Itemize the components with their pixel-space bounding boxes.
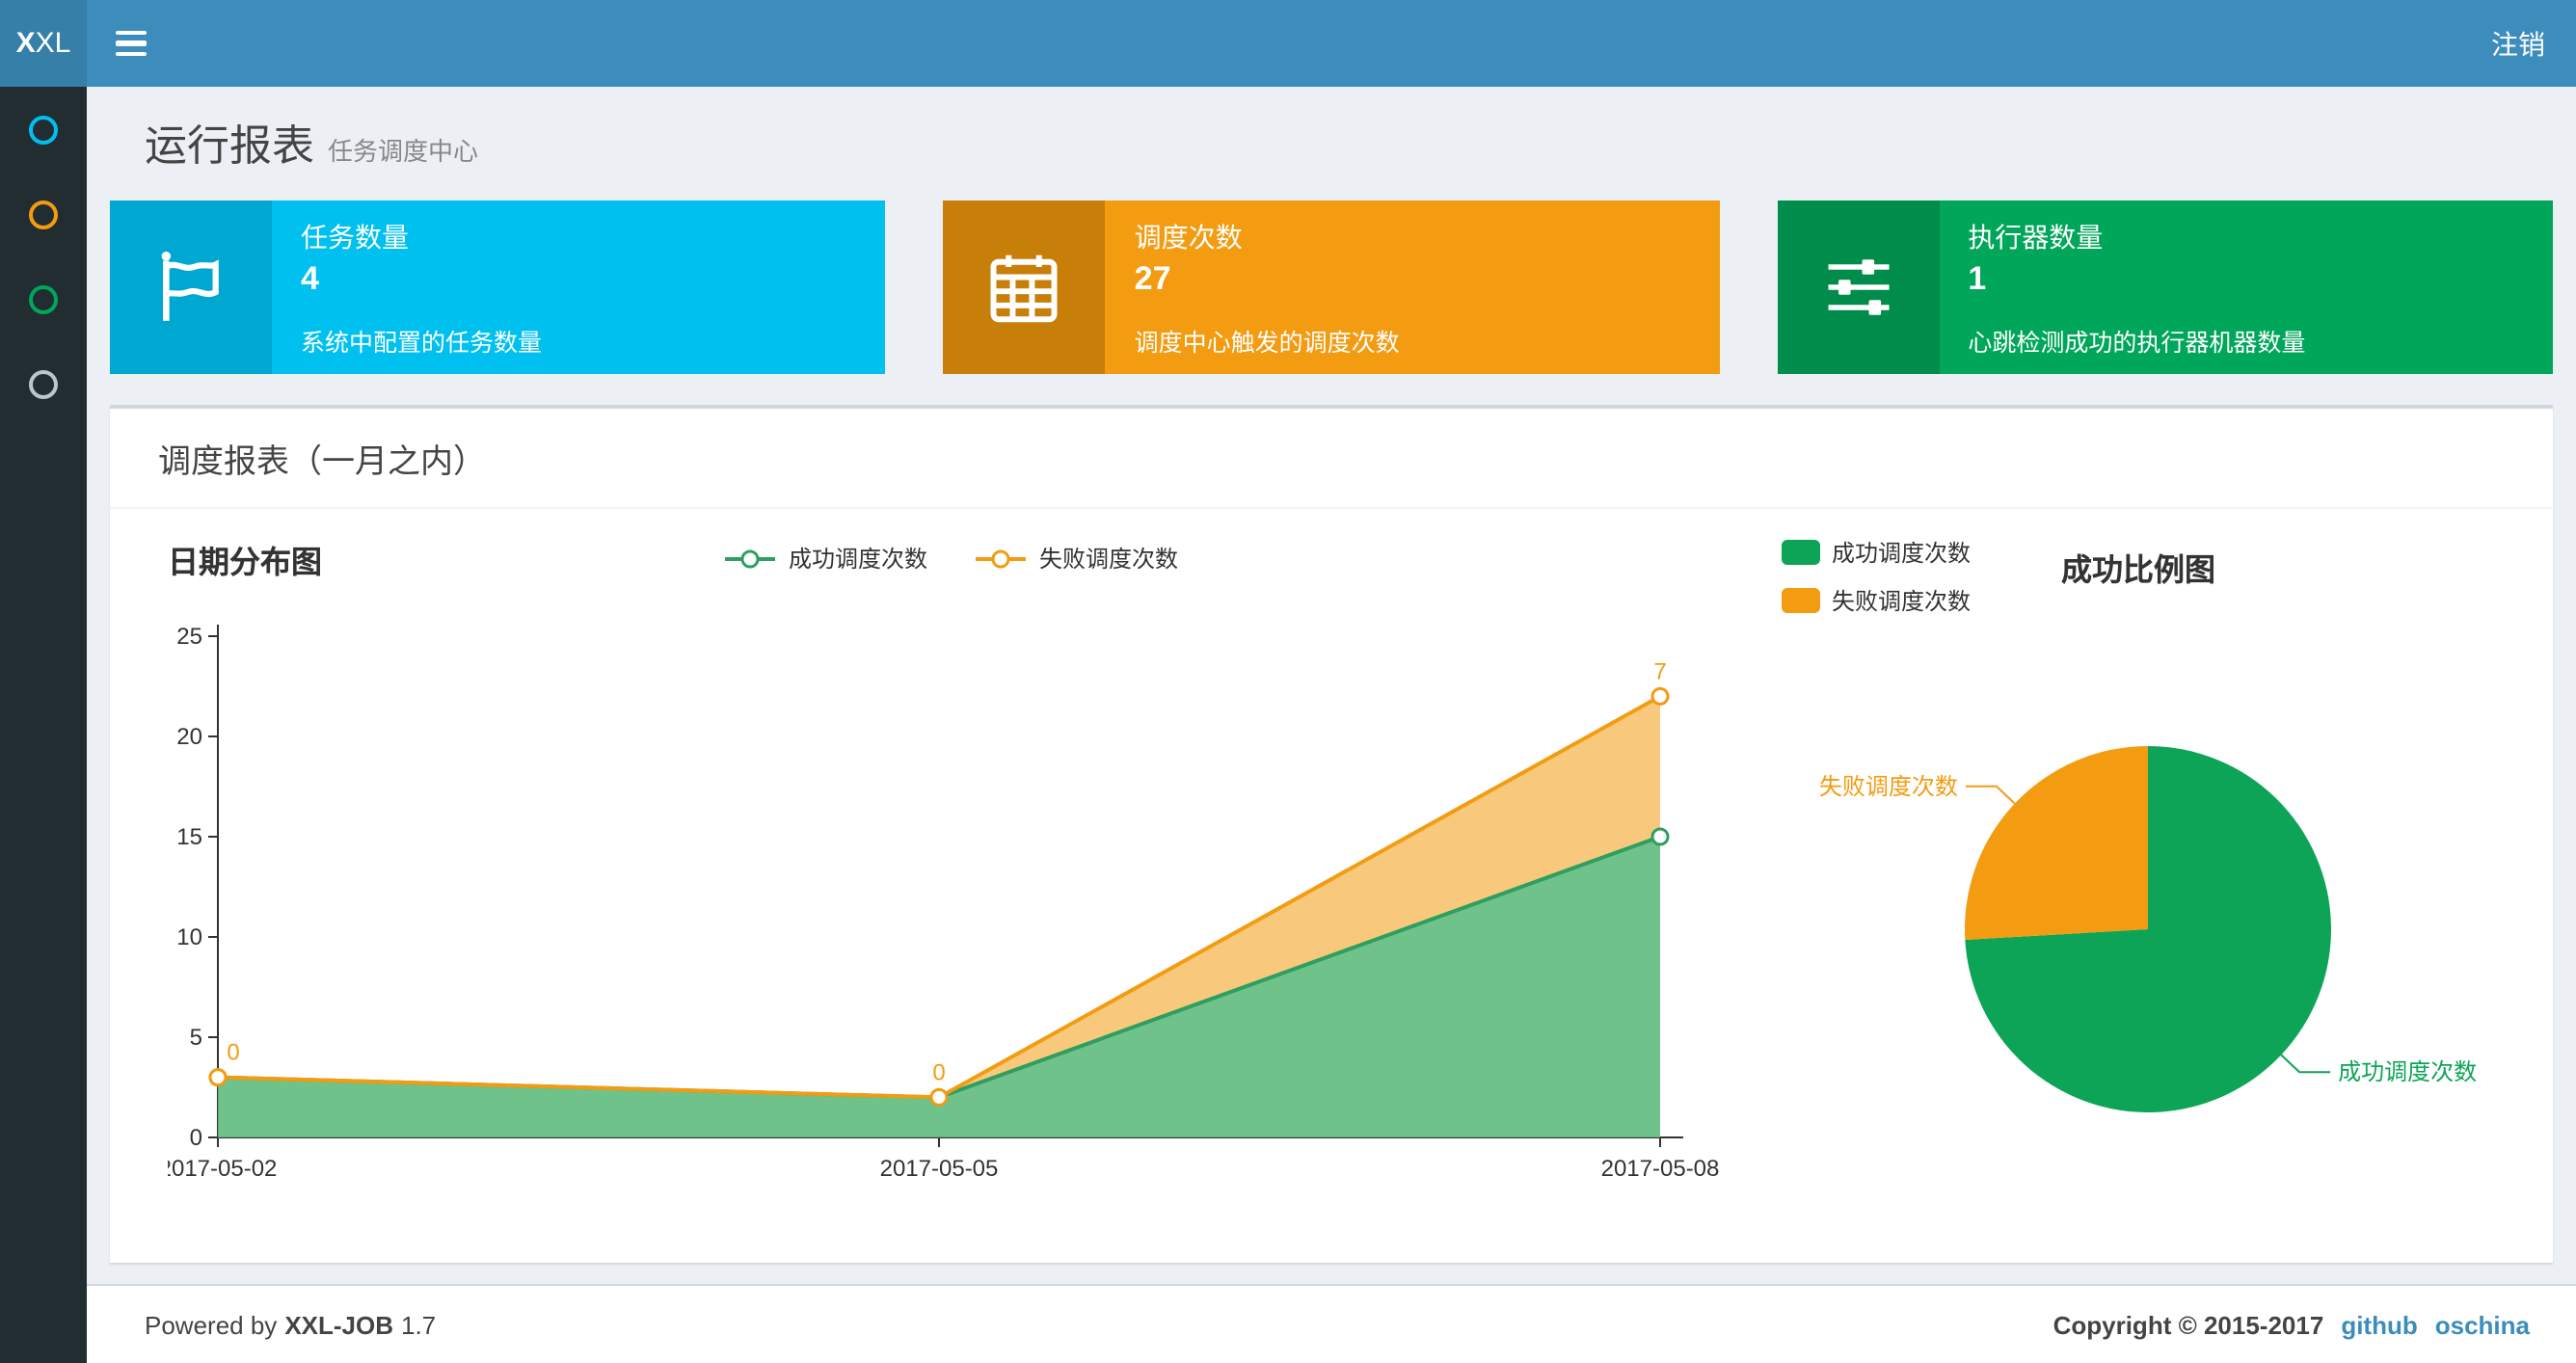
logout-link[interactable]: 注销 [2460,24,2576,63]
trigger-count-value: 27 [1134,260,1171,297]
executor-count-content: 执行器数量 1 心跳检测成功的执行器机器数量 [1939,200,2553,374]
pie-legend-item-success[interactable]: 成功调度次数 [1782,536,1971,569]
executor-count-label: 执行器数量 [1968,222,2104,253]
product-name: XXL-JOB [284,1310,393,1339]
trigger-count-box: 调度次数 27 调度中心触发的调度次数 [943,200,1720,374]
jobs-count-desc: 系统中配置的任务数量 [301,330,543,357]
product-version: 1.7 [401,1310,437,1339]
trigger-count-content: 调度次数 27 调度中心触发的调度次数 [1106,200,1720,374]
svg-text:20: 20 [176,724,202,750]
page-title: 运行报表 [145,121,315,170]
date-chart-title: 日期分布图 [168,548,323,580]
jobs-count-box: 任务数量 4 系统中配置的任务数量 [110,200,886,374]
trigger-count-label: 调度次数 [1134,222,1243,253]
pie-chart-legend: 成功调度次数 失败调度次数 [1782,536,1971,617]
date-distribution-chart: 日期分布图 成功调度次数 失败调度次数 0 5 10 15 20 25 2017… [159,532,1733,1228]
footer-right: Copyright © 2015-2017 github oschina [2053,1310,2530,1339]
sidebar-item-2[interactable] [0,172,87,256]
sidebar-toggle-button[interactable] [87,0,174,87]
executor-count-box: 执行器数量 1 心跳检测成功的执行器机器数量 [1777,200,2553,374]
line-series-marker-icon [976,548,1026,568]
xxl-job-dashboard: X XL 注销 运行报表 任务调度中心 任务数量 4 系统中配置的任务数量 调度… [0,0,2576,1363]
powered-by-text: Powered by [145,1310,278,1339]
jobs-count-content: 任务数量 4 系统中配置的任务数量 [272,200,886,374]
report-panel-body: 日期分布图 成功调度次数 失败调度次数 0 5 10 15 20 25 2017… [110,509,2553,1263]
executor-count-value: 1 [1968,260,1987,297]
main-area: 运行报表 任务调度中心 任务数量 4 系统中配置的任务数量 调度次数 27 调度… [87,87,2576,1363]
legend-label-fail: 失败调度次数 [1039,546,1179,573]
hamburger-icon [115,30,146,57]
legend-item-fail[interactable]: 失败调度次数 [974,542,1178,575]
sliders-icon [1827,259,1889,315]
executor-count-desc: 心跳检测成功的执行器机器数量 [1968,330,2306,357]
stacked-area-plot: 05101520252017-05-02 2017-05-05 2017-05-08… [159,624,1720,1182]
pie-chart-title: 成功比例图 [2061,555,2216,588]
calendar-icon [991,254,1059,323]
summary-boxes: 任务数量 4 系统中配置的任务数量 调度次数 27 调度中心触发的调度次数 执行… [110,200,2553,374]
sidebar-item-4[interactable] [0,341,87,426]
app-logo[interactable]: X XL [0,0,87,87]
logo-text: XL [35,27,71,60]
trigger-count-icon-area [943,200,1106,374]
oschina-link[interactable]: oschina [2435,1310,2530,1339]
executor-count-icon-area [1777,200,1940,374]
success-ratio-chart: 成功调度次数 失败调度次数 成功比例图 成功调度次数 失败调度次数 [1743,532,2495,1228]
line-series-marker-icon [724,548,775,568]
svg-text:25: 25 [176,624,202,650]
svg-text:0: 0 [190,1125,202,1151]
date-chart-header: 日期分布图 成功调度次数 失败调度次数 [168,532,1733,594]
success-swatch-icon [1782,540,1820,565]
line-chart-legend: 成功调度次数 失败调度次数 [168,532,1733,575]
pie-plot: 成功调度次数 失败调度次数 [1819,746,2477,1112]
jobs-count-value: 4 [301,260,319,297]
sidebar-item-3[interactable] [0,256,87,341]
pie-plot-wrap: 成功调度次数 失败调度次数 [1743,532,2495,1228]
page-footer: Powered by XXL-JOB 1.7 Copyright © 2015-20… [87,1284,2576,1363]
svg-text:5: 5 [190,1025,202,1051]
report-panel: 调度报表（一月之内） 日期分布图 成功调度次数 失败调度次数 0 5 10 15… [110,405,2553,1263]
github-link[interactable]: github [2341,1310,2417,1339]
svg-text:失败调度次数: 失败调度次数 [1819,774,1958,800]
content-header: 运行报表 任务调度中心 [87,87,2576,189]
svg-text:0: 0 [227,1040,239,1066]
content: 运行报表 任务调度中心 任务数量 4 系统中配置的任务数量 调度次数 27 调度… [87,87,2576,1284]
svg-text:10: 10 [176,924,202,950]
svg-text:成功调度次数: 成功调度次数 [2338,1059,2477,1085]
svg-text:2017-05-02: 2017-05-02 [168,1156,277,1182]
fail-swatch-icon [1782,588,1820,613]
circle-outline-icon [29,284,58,313]
circle-outline-icon [29,115,58,144]
pie-legend-label-success: 成功调度次数 [1832,540,1972,567]
legend-item-success[interactable]: 成功调度次数 [723,542,927,575]
top-navbar: X XL 注销 [0,0,2576,87]
svg-text:0: 0 [932,1059,945,1085]
sidebar [0,87,87,1363]
report-panel-title: 调度报表（一月之内） [110,409,2553,509]
trigger-count-desc: 调度中心触发的调度次数 [1134,330,1400,357]
copyright-text: Copyright © 2015-2017 [2053,1310,2324,1339]
page-subtitle: 任务调度中心 [328,137,479,166]
svg-text:15: 15 [176,824,202,850]
pie-legend-item-fail[interactable]: 失败调度次数 [1782,584,1971,617]
svg-text:7: 7 [1653,658,1666,684]
logo-text-bold: X [15,27,36,60]
circle-outline-icon [29,369,58,398]
svg-text:2017-05-08: 2017-05-08 [1601,1156,1720,1182]
jobs-count-icon-area [110,200,272,374]
flag-icon [161,251,219,321]
svg-text:2017-05-05: 2017-05-05 [880,1156,999,1182]
sidebar-item-1[interactable] [0,87,87,172]
navbar-right: 注销 [2460,0,2576,87]
legend-label-success: 成功调度次数 [788,546,927,573]
circle-outline-icon [29,200,58,228]
pie-legend-label-fail: 失败调度次数 [1832,588,1972,615]
jobs-count-label: 任务数量 [301,222,409,253]
